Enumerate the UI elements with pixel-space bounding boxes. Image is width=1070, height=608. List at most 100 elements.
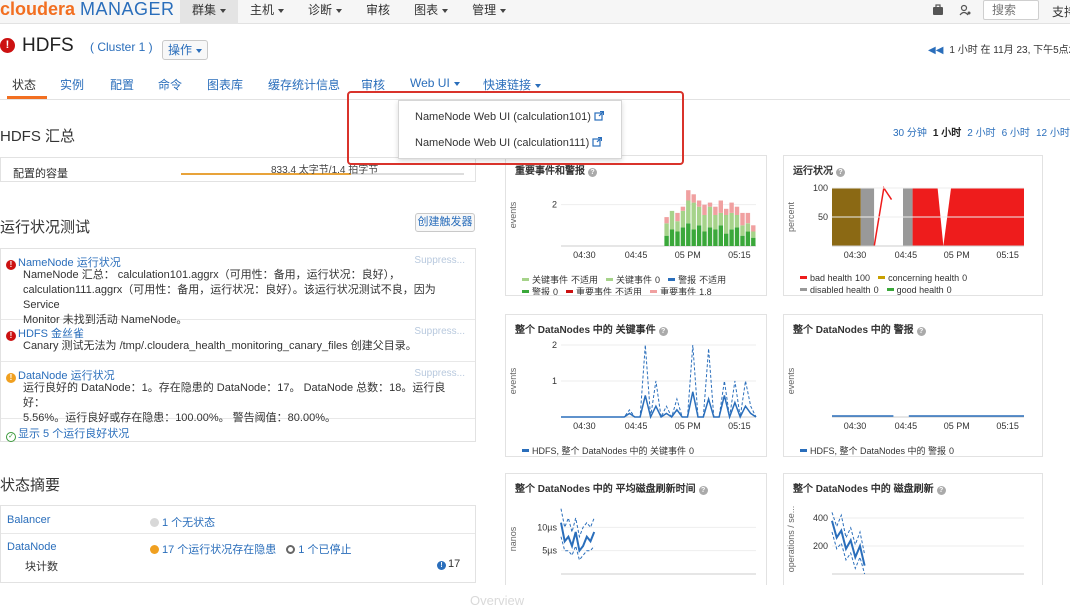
- bar-0-22[interactable]: [680, 227, 686, 246]
- bar-1-32[interactable]: [734, 215, 740, 228]
- suppress-link[interactable]: Suppress...: [414, 326, 465, 337]
- bar-2-29[interactable]: [718, 200, 723, 213]
- bar-2-26[interactable]: [702, 204, 707, 215]
- bar-0-23[interactable]: [686, 223, 691, 246]
- create-trigger-button[interactable]: 创建触发器: [415, 213, 475, 232]
- tab-item[interactable]: 配置: [110, 76, 134, 93]
- top-menu-item[interactable]: 群集: [180, 0, 239, 24]
- bar-0-26[interactable]: [702, 231, 707, 247]
- help-icon[interactable]: ?: [916, 327, 926, 336]
- bar-2-27[interactable]: [707, 202, 713, 207]
- bar-1-34[interactable]: [745, 223, 751, 232]
- briefcase-icon[interactable]: [932, 4, 944, 16]
- bar-2-24[interactable]: [691, 194, 696, 203]
- bar-2-28[interactable]: [713, 206, 718, 215]
- support-menu[interactable]: 支持: [1052, 3, 1070, 20]
- user-settings-icon[interactable]: [959, 4, 971, 16]
- y-tick-label: 400: [813, 513, 828, 523]
- bar-2-32[interactable]: [734, 206, 740, 215]
- tab-item[interactable]: 命令: [158, 76, 182, 93]
- help-icon[interactable]: ?: [936, 486, 946, 495]
- bar-2-19[interactable]: [664, 217, 669, 224]
- bar-0-28[interactable]: [713, 229, 718, 247]
- bar-1-35[interactable]: [751, 231, 756, 238]
- tab-item[interactable]: 实例: [60, 76, 84, 93]
- bar-1-24[interactable]: [691, 202, 696, 230]
- top-menu-item[interactable]: 诊断: [296, 0, 354, 24]
- bar-0-25[interactable]: [696, 225, 702, 246]
- top-menu-item[interactable]: 审核: [354, 0, 402, 24]
- bar-2-34[interactable]: [745, 212, 751, 224]
- tab-item[interactable]: 缓存统计信息: [268, 76, 340, 93]
- bar-0-35[interactable]: [751, 237, 756, 246]
- bar-2-31[interactable]: [729, 202, 734, 213]
- bar-0-32[interactable]: [734, 227, 740, 246]
- bar-2-35[interactable]: [751, 225, 756, 232]
- bar-1-26[interactable]: [702, 215, 707, 232]
- actions-button[interactable]: 操作: [162, 40, 208, 60]
- bar-1-28[interactable]: [713, 215, 718, 230]
- cluster-link[interactable]: ( Cluster 1 ): [90, 40, 153, 54]
- top-menu-item[interactable]: 图表: [402, 0, 460, 24]
- block-count-value[interactable]: ! 17: [437, 558, 460, 570]
- bar-0-27[interactable]: [707, 227, 713, 246]
- suppress-link[interactable]: Suppress...: [414, 368, 465, 379]
- bar-0-31[interactable]: [729, 229, 734, 247]
- tab-item[interactable]: Web UI: [410, 76, 460, 90]
- chart-title: 整个 DataNodes 中的 关键事件?: [515, 321, 668, 336]
- bar-1-29[interactable]: [718, 212, 723, 226]
- bar-0-24[interactable]: [691, 229, 696, 247]
- bar-0-21[interactable]: [675, 231, 680, 247]
- help-icon[interactable]: ?: [698, 486, 708, 495]
- help-icon[interactable]: ?: [588, 168, 597, 177]
- bar-1-27[interactable]: [707, 206, 713, 228]
- error-icon: !: [6, 331, 16, 341]
- bar-1-25[interactable]: [696, 206, 702, 226]
- bar-0-30[interactable]: [724, 233, 729, 246]
- bar-1-20[interactable]: [669, 210, 675, 230]
- search-input[interactable]: [983, 0, 1039, 20]
- show-good-health-link[interactable]: ✓ 显示 5 个运行良好状况: [6, 425, 129, 442]
- bar-0-20[interactable]: [669, 229, 675, 247]
- bar-2-23[interactable]: [686, 190, 691, 201]
- role-link-datanode[interactable]: DataNode: [7, 541, 57, 553]
- role-link-balancer[interactable]: Balancer: [7, 514, 50, 526]
- balancer-status[interactable]: 1 个无状态: [150, 514, 215, 530]
- bar-0-34[interactable]: [745, 231, 751, 247]
- tab-item[interactable]: 图表库: [207, 76, 243, 93]
- cloudera-manager-logo[interactable]: cloudera MANAGER: [0, 0, 175, 22]
- bar-1-19[interactable]: [664, 223, 669, 236]
- bar-0-29[interactable]: [718, 225, 723, 246]
- legend-value: 不适用: [571, 275, 599, 285]
- bar-2-30[interactable]: [724, 208, 729, 215]
- time-range-link[interactable]: 30 分钟: [893, 128, 927, 139]
- legend-swatch: [522, 290, 529, 293]
- bar-2-21[interactable]: [675, 212, 680, 222]
- datanode-status[interactable]: 17 个运行状况存在隐患 1 个已停止: [150, 541, 351, 557]
- time-range-link[interactable]: 1 小时: [933, 128, 961, 139]
- bar-1-23[interactable]: [686, 200, 691, 224]
- time-range-link[interactable]: 2 小时: [967, 128, 995, 139]
- bar-2-22[interactable]: [680, 206, 686, 211]
- tab-item[interactable]: 状态: [12, 76, 36, 93]
- time-selector[interactable]: ◀◀ 1 小时 在 11月 23, 下午5点24: [928, 41, 1070, 56]
- bar-1-31[interactable]: [729, 212, 734, 230]
- rewind-icon[interactable]: ◀◀: [928, 45, 943, 56]
- bar-0-33[interactable]: [740, 235, 745, 246]
- bar-1-22[interactable]: [680, 210, 686, 228]
- bar-2-33[interactable]: [740, 212, 745, 226]
- time-range-link[interactable]: 12 小时: [1036, 128, 1070, 139]
- bar-1-30[interactable]: [724, 215, 729, 234]
- bar-0-19[interactable]: [664, 235, 669, 246]
- help-icon[interactable]: ?: [836, 168, 845, 177]
- top-menu-item[interactable]: 主机: [238, 0, 296, 24]
- status-none-icon: [150, 518, 159, 527]
- bar-2-25[interactable]: [696, 200, 702, 207]
- chart-health: percent 100 50 04:30 04:45 05 PM 05:15 运行状况? b…: [783, 155, 1043, 296]
- bar-1-21[interactable]: [675, 221, 680, 232]
- top-menu-item[interactable]: 管理: [460, 0, 518, 24]
- suppress-link[interactable]: Suppress...: [414, 255, 465, 266]
- bar-1-33[interactable]: [740, 225, 745, 236]
- time-range-link[interactable]: 6 小时: [1002, 128, 1030, 139]
- help-icon[interactable]: ?: [658, 327, 668, 336]
